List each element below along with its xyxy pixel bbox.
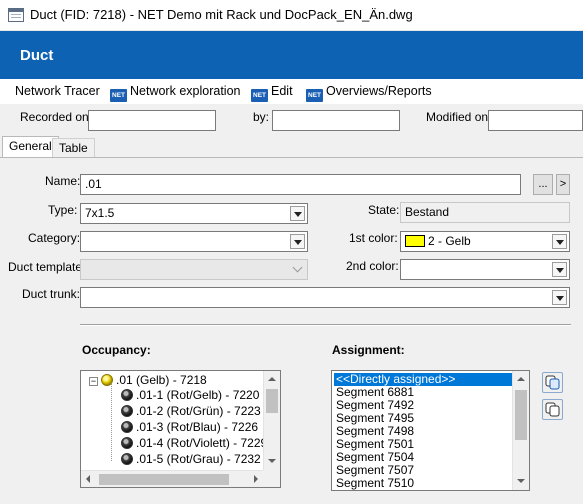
- scroll-up-icon[interactable]: [513, 371, 529, 388]
- tab-strip: General Table: [0, 136, 583, 158]
- menu-network-exploration[interactable]: NET Network exploration: [110, 84, 240, 102]
- cable-icon: [121, 421, 133, 433]
- type-select[interactable]: 7x1.5: [80, 203, 308, 224]
- copy-button[interactable]: [542, 372, 563, 393]
- chevron-down-icon: [552, 234, 567, 249]
- recorded-on-field[interactable]: [88, 110, 216, 131]
- occupancy-tree[interactable]: − .01 (Gelb) - 7218 .01-1 (Rot/Gelb) - 72…: [80, 370, 281, 488]
- title-bar: Duct (FID: 7218) - NET Demo mit Rack und…: [0, 0, 583, 31]
- tree-item-label: .01-5 (Rot/Grau) - 7232: [136, 452, 261, 466]
- record-info-bar: Recorded on: by: Modified on:: [0, 104, 583, 136]
- copy-icon: [545, 375, 560, 390]
- general-panel: Name: .01 ... > Type: 7x1.5 State: Besta…: [0, 157, 583, 504]
- duct-template-select: [80, 259, 308, 280]
- cable-icon: [121, 405, 133, 417]
- scroll-down-icon[interactable]: [513, 473, 529, 490]
- duplicate-icon: [545, 402, 560, 417]
- second-color-label: 2nd color:: [346, 259, 399, 273]
- state-field: Bestand: [400, 202, 570, 223]
- dialog-header: Duct: [0, 31, 583, 79]
- tree-item[interactable]: .01-5 (Rot/Grau) - 7232: [121, 452, 261, 468]
- scroll-thumb[interactable]: [99, 474, 229, 485]
- tree-root-node[interactable]: − .01 (Gelb) - 7218: [89, 373, 207, 389]
- menu-network-tracer-label: Network Tracer: [15, 84, 100, 98]
- by-label: by:: [253, 110, 270, 124]
- second-color-select[interactable]: [400, 259, 570, 280]
- name-field[interactable]: .01: [80, 174, 521, 195]
- dialog-title: Duct: [20, 47, 54, 64]
- cable-icon: [121, 453, 133, 465]
- tree-item[interactable]: .01-3 (Rot/Blau) - 7226: [121, 420, 258, 436]
- duct-trunk-select[interactable]: [80, 287, 570, 308]
- chevron-down-icon: [552, 290, 567, 305]
- first-color-label: 1st color:: [349, 231, 398, 245]
- duct-trunk-label: Duct trunk:: [22, 287, 81, 301]
- scroll-down-icon[interactable]: [264, 453, 280, 470]
- type-value: 7x1.5: [85, 206, 115, 220]
- net-icon: NET: [110, 89, 127, 102]
- assignment-vertical-scrollbar[interactable]: [512, 371, 529, 490]
- scroll-up-icon[interactable]: [264, 371, 280, 388]
- occupancy-title: Occupancy:: [82, 343, 151, 357]
- tree-connector: [111, 383, 112, 461]
- chevron-down-icon: [290, 262, 305, 277]
- duplicate-button[interactable]: [542, 399, 563, 420]
- by-field[interactable]: [272, 110, 400, 131]
- tab-table[interactable]: Table: [52, 138, 95, 158]
- scroll-left-icon[interactable]: [81, 471, 98, 487]
- cable-icon: [121, 437, 133, 449]
- occupancy-horizontal-scrollbar[interactable]: [81, 470, 263, 487]
- menu-network-exploration-label: Network exploration: [130, 84, 241, 98]
- tree-item-label: .01-4 (Rot/Violett) - 7229: [136, 436, 268, 450]
- tree-item-label: .01-2 (Rot/Grün) - 7223: [136, 404, 261, 418]
- color-swatch: [405, 235, 425, 247]
- chevron-down-icon: [552, 262, 567, 277]
- modified-on-label: Modified on:: [426, 110, 492, 124]
- tree-root-label: .01 (Gelb) - 7218: [116, 373, 207, 387]
- list-item[interactable]: Segment 7510: [334, 477, 414, 490]
- scroll-corner: [263, 470, 280, 487]
- window-app-icon: [8, 8, 24, 22]
- first-color-value: 2 - Gelb: [428, 234, 471, 248]
- name-label: Name:: [45, 174, 81, 188]
- scroll-right-icon[interactable]: [246, 471, 263, 487]
- recorded-on-label: Recorded on:: [20, 110, 93, 124]
- scroll-thumb[interactable]: [266, 389, 278, 413]
- menu-overviews-reports[interactable]: NET Overviews/Reports: [306, 84, 432, 102]
- scroll-thumb[interactable]: [515, 390, 527, 440]
- chevron-down-icon: [290, 234, 305, 249]
- state-label: State:: [368, 203, 400, 217]
- more-button[interactable]: ...: [533, 174, 553, 195]
- menu-network-tracer[interactable]: Network Tracer: [15, 84, 100, 98]
- modified-on-field[interactable]: [488, 110, 583, 131]
- first-color-select[interactable]: 2 - Gelb: [400, 231, 570, 252]
- category-select[interactable]: [80, 231, 308, 252]
- net-icon: NET: [306, 89, 323, 102]
- tree-item[interactable]: .01-1 (Rot/Gelb) - 7220: [121, 388, 259, 404]
- menu-edit[interactable]: NET Edit: [251, 84, 293, 102]
- window-title: Duct (FID: 7218) - NET Demo mit Rack und…: [30, 7, 413, 22]
- occupancy-vertical-scrollbar[interactable]: [263, 371, 280, 470]
- net-icon: NET: [251, 89, 268, 102]
- tree-item-label: .01-1 (Rot/Gelb) - 7220: [136, 388, 260, 402]
- tree-item-label: .01-3 (Rot/Blau) - 7226: [136, 420, 259, 434]
- category-label: Category:: [28, 231, 81, 245]
- menu-bar: Network Tracer NET Network exploration NE…: [0, 79, 583, 104]
- duct-template-label: Duct template:: [8, 260, 86, 274]
- type-label: Type:: [48, 203, 78, 217]
- assignment-list[interactable]: <<Directly assigned>> Segment 6881 Segme…: [331, 370, 530, 491]
- collapse-icon[interactable]: −: [89, 377, 98, 386]
- menu-overviews-reports-label: Overviews/Reports: [326, 84, 432, 98]
- tab-general[interactable]: General: [2, 136, 59, 158]
- assignment-title: Assignment:: [332, 343, 405, 357]
- chevron-down-icon: [290, 206, 305, 221]
- tree-item[interactable]: .01-4 (Rot/Violett) - 7229: [121, 436, 267, 452]
- section-divider: [80, 324, 571, 326]
- tree-item[interactable]: .01-2 (Rot/Grün) - 7223: [121, 404, 261, 420]
- next-button[interactable]: >: [556, 174, 570, 195]
- menu-edit-label: Edit: [271, 84, 293, 98]
- cable-icon: [121, 389, 133, 401]
